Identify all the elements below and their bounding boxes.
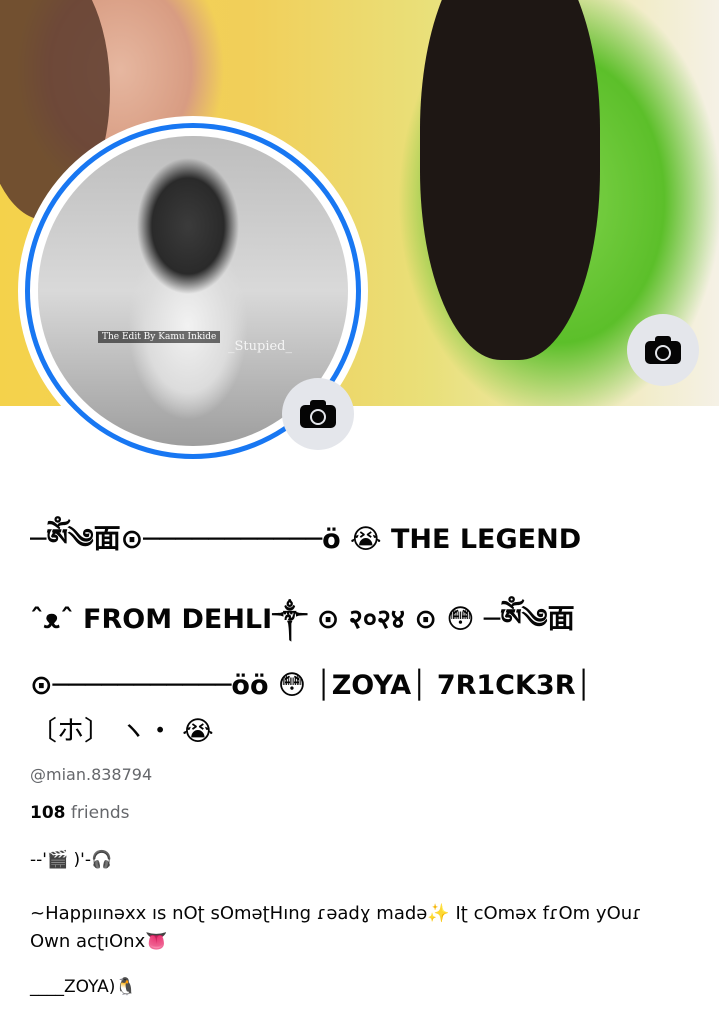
- camera-icon: [300, 400, 336, 428]
- edit-profile-picture-button[interactable]: [282, 378, 354, 450]
- friends-count-label: friends: [70, 803, 130, 823]
- profile-name-line-2: ˆᴥˆ FROM DEHLI༒ ⊙ २०२४ ⊙ 😳 ─ༀ༄面: [30, 604, 575, 635]
- profile-name-line-3: ⊙───────────öö 😳 │ZOYA│ 7R1CK3R│: [30, 670, 592, 701]
- username: @mian.838794: [30, 765, 153, 784]
- edit-cover-photo-button[interactable]: [627, 314, 699, 386]
- profile-name-line-1: ─ༀ༄面⊙───────────ö 😭 THE LEGEND: [30, 524, 582, 555]
- bio-line-1: --'🎬 )'-🎧: [30, 850, 113, 870]
- bio-line-2: ~Happıınəxx ıs nΟʈ sΟməʈHıng ɾəadɣ madə✨…: [30, 903, 642, 952]
- avatar-caption: The Edit By Kamu Inkide: [98, 331, 221, 343]
- profile-name: ─ༀ༄面⊙───────────ö 😭 THE LEGEND ˆᴥˆ FROM …: [30, 500, 690, 752]
- avatar-tag: _Stupied_: [228, 339, 292, 354]
- camera-icon: [645, 336, 681, 364]
- profile-name-line-4: 〔ホ〕 ヽ・ 😭: [30, 716, 214, 747]
- cover-photo-figure-right: [420, 0, 600, 360]
- friends-count-number: 108: [30, 803, 66, 823]
- bio-line-3: ____ZOYA)🐧: [30, 977, 137, 997]
- friends-count[interactable]: 108 friends: [30, 803, 130, 823]
